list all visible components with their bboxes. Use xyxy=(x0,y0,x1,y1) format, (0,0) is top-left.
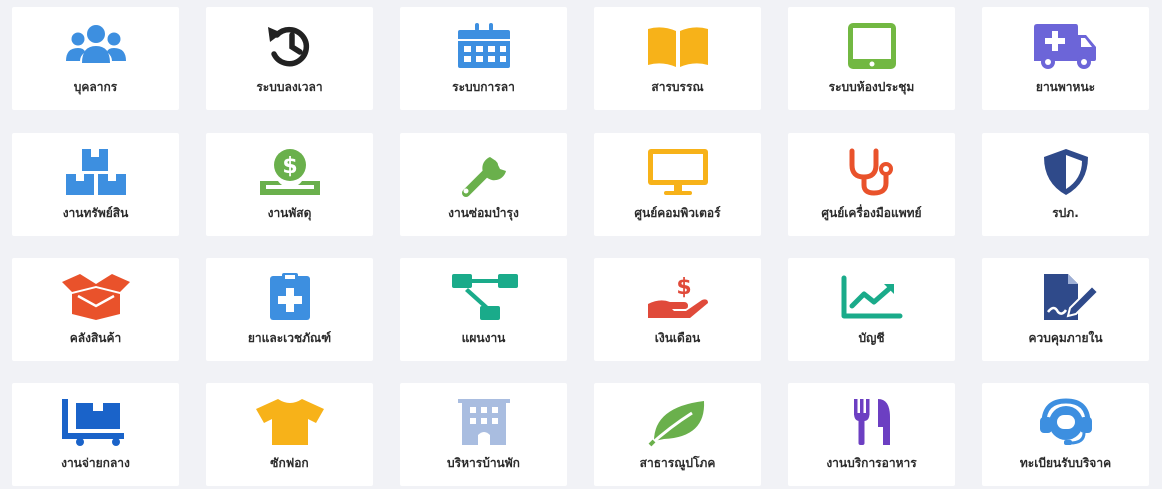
module-label: ซักฟอก xyxy=(270,456,309,470)
signed-document-icon xyxy=(1028,272,1104,322)
shield-icon xyxy=(1028,147,1104,197)
module-label: งานจ่ายกลาง xyxy=(61,456,130,470)
module-label: ยาและเวชภัณฑ์ xyxy=(247,331,332,345)
history-clock-icon xyxy=(252,21,328,71)
module-label: ควบคุมภายใน xyxy=(1028,331,1103,345)
module-label: สาธารณูปโภค xyxy=(639,456,716,470)
module-tile-donations[interactable]: ทะเบียนรับบริจาค xyxy=(982,383,1149,486)
module-tile-laundry[interactable]: ซักฟอก xyxy=(206,383,373,486)
module-tile-medicine[interactable]: ยาและเวชภัณฑ์ xyxy=(206,258,373,361)
users-icon xyxy=(58,21,134,71)
module-tile-time-attendance[interactable]: ระบบลงเวลา xyxy=(206,7,373,110)
module-tile-documents[interactable]: สารบรรณ xyxy=(594,7,761,110)
module-grid: บุคลากร ระบบลงเวลา ระบบการลา สารบรรณ ระบ… xyxy=(0,0,1162,489)
module-label: ศูนย์คอมพิวเตอร์ xyxy=(634,206,721,220)
headset-icon xyxy=(1028,397,1104,447)
module-tile-medical-equipment[interactable]: ศูนย์เครื่องมือแพทย์ xyxy=(788,133,955,236)
module-tile-warehouse[interactable]: คลังสินค้า xyxy=(12,258,179,361)
leaf-icon xyxy=(640,397,716,447)
money-hand-icon: $ xyxy=(640,272,716,322)
module-tile-planning[interactable]: แผนงาน xyxy=(400,258,567,361)
module-label: งานพัสดุ xyxy=(267,206,312,220)
module-tile-accounting[interactable]: บัญชี xyxy=(788,258,955,361)
module-tile-salary[interactable]: $ เงินเดือน xyxy=(594,258,761,361)
module-tile-food-service[interactable]: งานบริการอาหาร xyxy=(788,383,955,486)
building-icon xyxy=(446,397,522,447)
module-label: ยานพาหนะ xyxy=(1035,80,1096,94)
medical-clipboard-icon xyxy=(252,272,328,322)
dolly-icon xyxy=(58,397,134,447)
tablet-icon xyxy=(834,21,910,71)
module-label: งานบริการอาหาร xyxy=(826,456,917,470)
svg-text:$: $ xyxy=(676,275,691,300)
module-label: ทะเบียนรับบริจาค xyxy=(1019,456,1112,470)
module-tile-utilities[interactable]: สาธารณูปโภค xyxy=(594,383,761,486)
module-label: บุคลากร xyxy=(73,80,118,94)
open-book-icon xyxy=(640,21,716,71)
boxes-icon xyxy=(58,147,134,197)
module-tile-leave-system[interactable]: ระบบการลา xyxy=(400,7,567,110)
ambulance-icon xyxy=(1028,21,1104,71)
module-tile-vehicles[interactable]: ยานพาหนะ xyxy=(982,7,1149,110)
module-tile-security[interactable]: รปภ. xyxy=(982,133,1149,236)
module-label: สารบรรณ xyxy=(651,80,704,94)
module-label: งานซ่อมบำรุง xyxy=(448,206,519,220)
module-label: บัญชี xyxy=(858,331,885,345)
module-tile-housing[interactable]: บริหารบ้านพัก xyxy=(400,383,567,486)
module-label: บริหารบ้านพัก xyxy=(447,456,520,470)
module-label: แผนงาน xyxy=(461,331,506,345)
line-chart-icon xyxy=(834,272,910,322)
module-tile-personnel[interactable]: บุคลากร xyxy=(12,7,179,110)
module-label: เงินเดือน xyxy=(654,331,701,345)
tshirt-icon xyxy=(252,397,328,447)
module-label: คลังสินค้า xyxy=(69,331,122,345)
module-tile-supplies[interactable]: $ งานพัสดุ xyxy=(206,133,373,236)
module-tile-maintenance[interactable]: งานซ่อมบำรุง xyxy=(400,133,567,236)
svg-text:$: $ xyxy=(282,154,297,179)
monitor-icon xyxy=(640,147,716,197)
module-tile-meeting-room[interactable]: ระบบห้องประชุม xyxy=(788,7,955,110)
open-box-icon xyxy=(58,272,134,322)
module-label: ระบบการลา xyxy=(452,80,515,94)
module-label: ศูนย์เครื่องมือแพทย์ xyxy=(821,206,922,220)
calendar-icon xyxy=(446,21,522,71)
stethoscope-icon xyxy=(834,147,910,197)
wrench-icon xyxy=(446,147,522,197)
sitemap-icon xyxy=(446,272,522,322)
module-tile-assets[interactable]: งานทรัพย์สิน xyxy=(12,133,179,236)
module-label: รปภ. xyxy=(1052,206,1079,220)
module-tile-central-supply[interactable]: งานจ่ายกลาง xyxy=(12,383,179,486)
module-label: ระบบลงเวลา xyxy=(256,80,323,94)
module-tile-computer-center[interactable]: ศูนย์คอมพิวเตอร์ xyxy=(594,133,761,236)
module-tile-internal-control[interactable]: ควบคุมภายใน xyxy=(982,258,1149,361)
coin-hand-icon: $ xyxy=(252,147,328,197)
module-label: งานทรัพย์สิน xyxy=(62,206,129,220)
utensils-icon xyxy=(834,397,910,447)
module-label: ระบบห้องประชุม xyxy=(828,80,915,94)
